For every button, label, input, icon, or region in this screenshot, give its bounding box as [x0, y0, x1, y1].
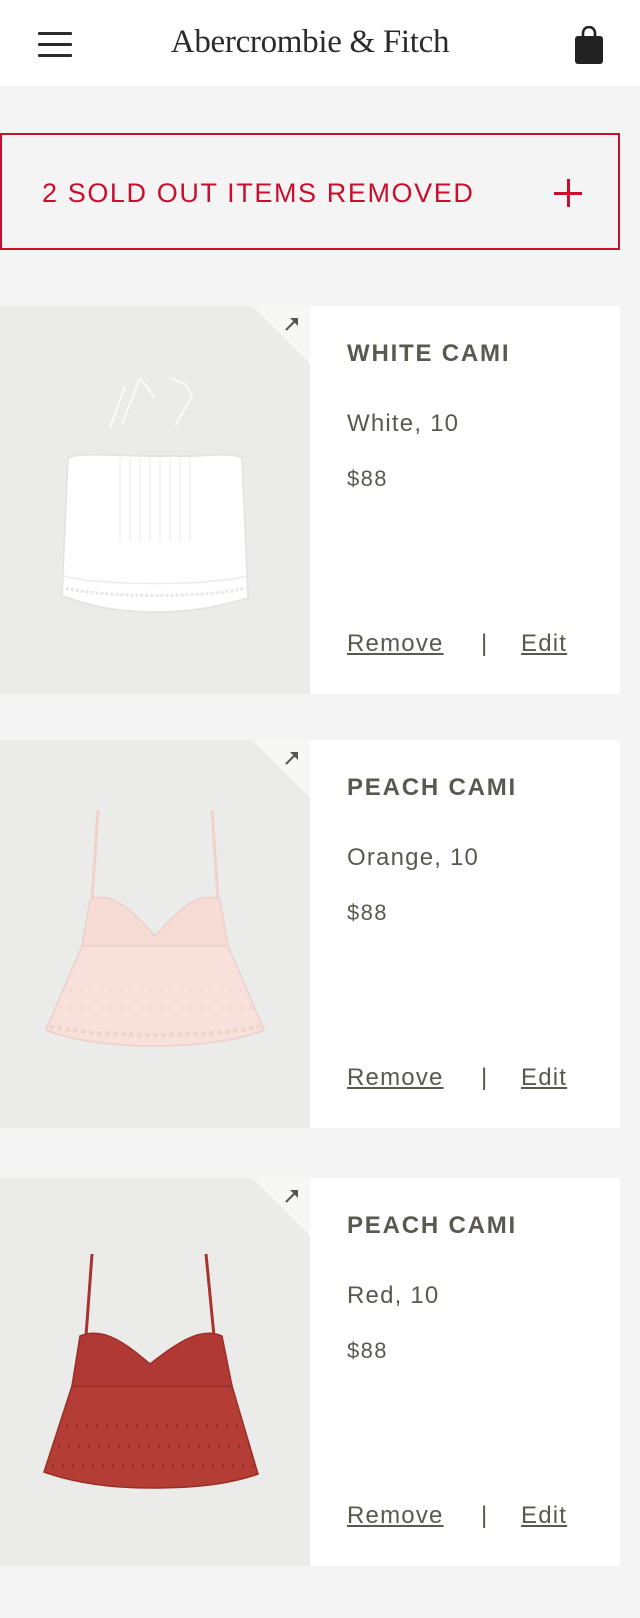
- item-details: WHITE CAMI White, 10 $88 Remove | Edit: [347, 306, 607, 694]
- edit-link[interactable]: Edit: [521, 630, 567, 658]
- action-separator: |: [481, 1064, 489, 1091]
- shopping-bag-icon[interactable]: [574, 26, 604, 64]
- white-cami-image: [61, 377, 249, 613]
- product-image[interactable]: [0, 306, 310, 694]
- sold-out-notice-text: 2 SOLD OUT ITEMS REMOVED: [42, 178, 475, 208]
- action-separator: |: [481, 630, 489, 657]
- remove-link[interactable]: Remove: [347, 630, 444, 658]
- plus-icon[interactable]: [554, 179, 582, 207]
- product-image[interactable]: [0, 740, 310, 1128]
- action-separator: |: [481, 1502, 489, 1529]
- brand-logo[interactable]: Abercrombie & Fitch: [120, 24, 500, 61]
- expand-arrow-icon[interactable]: [282, 748, 302, 768]
- remove-link[interactable]: Remove: [347, 1064, 444, 1092]
- remove-link[interactable]: Remove: [347, 1502, 444, 1530]
- cart-item: PEACH CAMI Orange, 10 $88 Remove | Edit: [0, 740, 620, 1128]
- red-cami-image: [43, 1253, 259, 1489]
- product-price: $88: [347, 466, 388, 491]
- item-details: PEACH CAMI Orange, 10 $88 Remove | Edit: [347, 740, 607, 1128]
- edit-link[interactable]: Edit: [521, 1502, 567, 1530]
- cart-item: WHITE CAMI White, 10 $88 Remove | Edit: [0, 306, 620, 694]
- bag-page: Abercrombie & Fitch 2 SOLD OUT ITEMS REM…: [0, 0, 640, 1618]
- product-price: $88: [347, 900, 388, 925]
- sold-out-notice[interactable]: 2 SOLD OUT ITEMS REMOVED: [0, 133, 620, 250]
- product-variant: Orange, 10: [347, 844, 480, 871]
- cart-item: PEACH CAMI Red, 10 $88 Remove | Edit: [0, 1178, 620, 1566]
- peach-cami-image: [45, 809, 265, 1047]
- product-image[interactable]: [0, 1178, 310, 1566]
- hamburger-menu-icon[interactable]: [38, 32, 72, 58]
- expand-arrow-icon[interactable]: [282, 314, 302, 334]
- site-header: Abercrombie & Fitch: [0, 0, 640, 86]
- product-variant: Red, 10: [347, 1282, 440, 1309]
- product-name[interactable]: PEACH CAMI: [347, 774, 517, 802]
- edit-link[interactable]: Edit: [521, 1064, 567, 1092]
- product-name[interactable]: PEACH CAMI: [347, 1212, 517, 1240]
- product-name[interactable]: WHITE CAMI: [347, 340, 510, 368]
- product-price: $88: [347, 1338, 388, 1363]
- product-variant: White, 10: [347, 410, 460, 437]
- item-details: PEACH CAMI Red, 10 $88 Remove | Edit: [347, 1178, 607, 1566]
- expand-arrow-icon[interactable]: [282, 1186, 302, 1206]
